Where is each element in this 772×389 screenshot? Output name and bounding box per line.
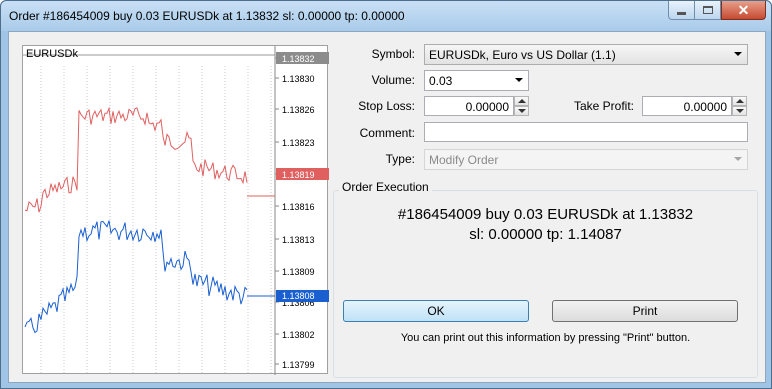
- arrow-up-icon: [518, 99, 526, 103]
- type-select[interactable]: Modify Order: [424, 149, 748, 170]
- minimize-button[interactable]: [668, 1, 695, 20]
- execution-summary-line2: sl: 0.00000 tp: 1.14087: [469, 226, 622, 243]
- bid-tick-series: [24, 106, 248, 213]
- chart-symbol-label: EURUSDk: [26, 48, 78, 60]
- stop-loss-label: Stop Loss:: [358, 99, 415, 113]
- chevron-down-icon: [515, 78, 523, 82]
- volume-select[interactable]: 0.03: [424, 70, 529, 91]
- tick-chart-canvas: 1.13832 1.13830 1.13826 1.13823 1.13819 1.138…: [23, 46, 329, 375]
- stop-loss-input[interactable]: 0.00000: [424, 96, 514, 116]
- price-axis-label: 1.13830: [282, 74, 315, 84]
- take-profit-spinner[interactable]: [732, 96, 747, 116]
- chevron-down-icon: [734, 157, 742, 161]
- price-axis-label: 1.13823: [282, 138, 315, 148]
- chevron-down-icon: [734, 52, 742, 56]
- comment-input[interactable]: [424, 122, 748, 142]
- spin-down-button[interactable]: [732, 106, 747, 116]
- price-axis-label: 1.13813: [282, 235, 315, 245]
- symbol-label: Symbol:: [371, 47, 415, 61]
- price-axis-label: 1.13799: [282, 360, 315, 370]
- spin-up-button[interactable]: [514, 96, 529, 106]
- print-hint: You can print out this information by pr…: [400, 332, 691, 344]
- print-button[interactable]: Print: [552, 300, 738, 322]
- type-label: Type:: [385, 152, 415, 166]
- spin-up-button[interactable]: [732, 96, 747, 106]
- price-axis-label: 1.13826: [282, 105, 315, 115]
- price-axis-label: 1.13816: [282, 202, 315, 212]
- ask-price-label: 1.13808: [282, 291, 315, 301]
- price-axis-label: 1.13809: [282, 267, 315, 277]
- symbol-select-value: EURUSDk, Euro vs US Dollar (1.1): [429, 48, 616, 62]
- price-axis-label: 1.13819: [282, 170, 315, 180]
- take-profit-input[interactable]: 0.00000: [642, 96, 732, 116]
- execution-summary-line1: #186454009 buy 0.03 EURUSDk at 1.13832: [397, 206, 694, 223]
- price-axis-label: 1.13802: [282, 330, 315, 340]
- ok-button[interactable]: OK: [343, 300, 529, 322]
- arrow-down-icon: [518, 109, 526, 113]
- dialog-client: 1.13832 1.13830 1.13826 1.13823 1.13819 1.138…: [8, 31, 766, 383]
- volume-select-value: 0.03: [429, 74, 453, 88]
- stop-loss-spinner[interactable]: [514, 96, 529, 116]
- window-title: Order #186454009 buy 0.03 EURUSDk at 1.1…: [9, 9, 405, 23]
- minimize-icon: [677, 11, 686, 15]
- close-button[interactable]: ✕: [721, 1, 766, 20]
- take-profit-label: Take Profit:: [573, 99, 634, 113]
- ask-tick-series: [24, 220, 248, 334]
- volume-label: Volume:: [371, 73, 415, 87]
- arrow-up-icon: [736, 99, 744, 103]
- spin-down-button[interactable]: [514, 106, 529, 116]
- comment-label: Comment:: [359, 126, 415, 140]
- maximize-icon: [702, 6, 713, 14]
- tick-chart: 1.13832 1.13830 1.13826 1.13823 1.13819 1.138…: [22, 45, 329, 375]
- maximize-button[interactable]: [694, 1, 721, 20]
- price-axis-label: 1.13832: [282, 54, 315, 64]
- title-bar[interactable]: Order #186454009 buy 0.03 EURUSDk at 1.1…: [1, 1, 771, 31]
- order-execution-title: Order Execution: [339, 180, 432, 194]
- type-select-value: Modify Order: [429, 153, 499, 167]
- arrow-down-icon: [736, 109, 744, 113]
- close-icon: ✕: [737, 2, 750, 18]
- symbol-select[interactable]: EURUSDk, Euro vs US Dollar (1.1): [424, 44, 748, 65]
- order-window: Order #186454009 buy 0.03 EURUSDk at 1.1…: [0, 0, 772, 389]
